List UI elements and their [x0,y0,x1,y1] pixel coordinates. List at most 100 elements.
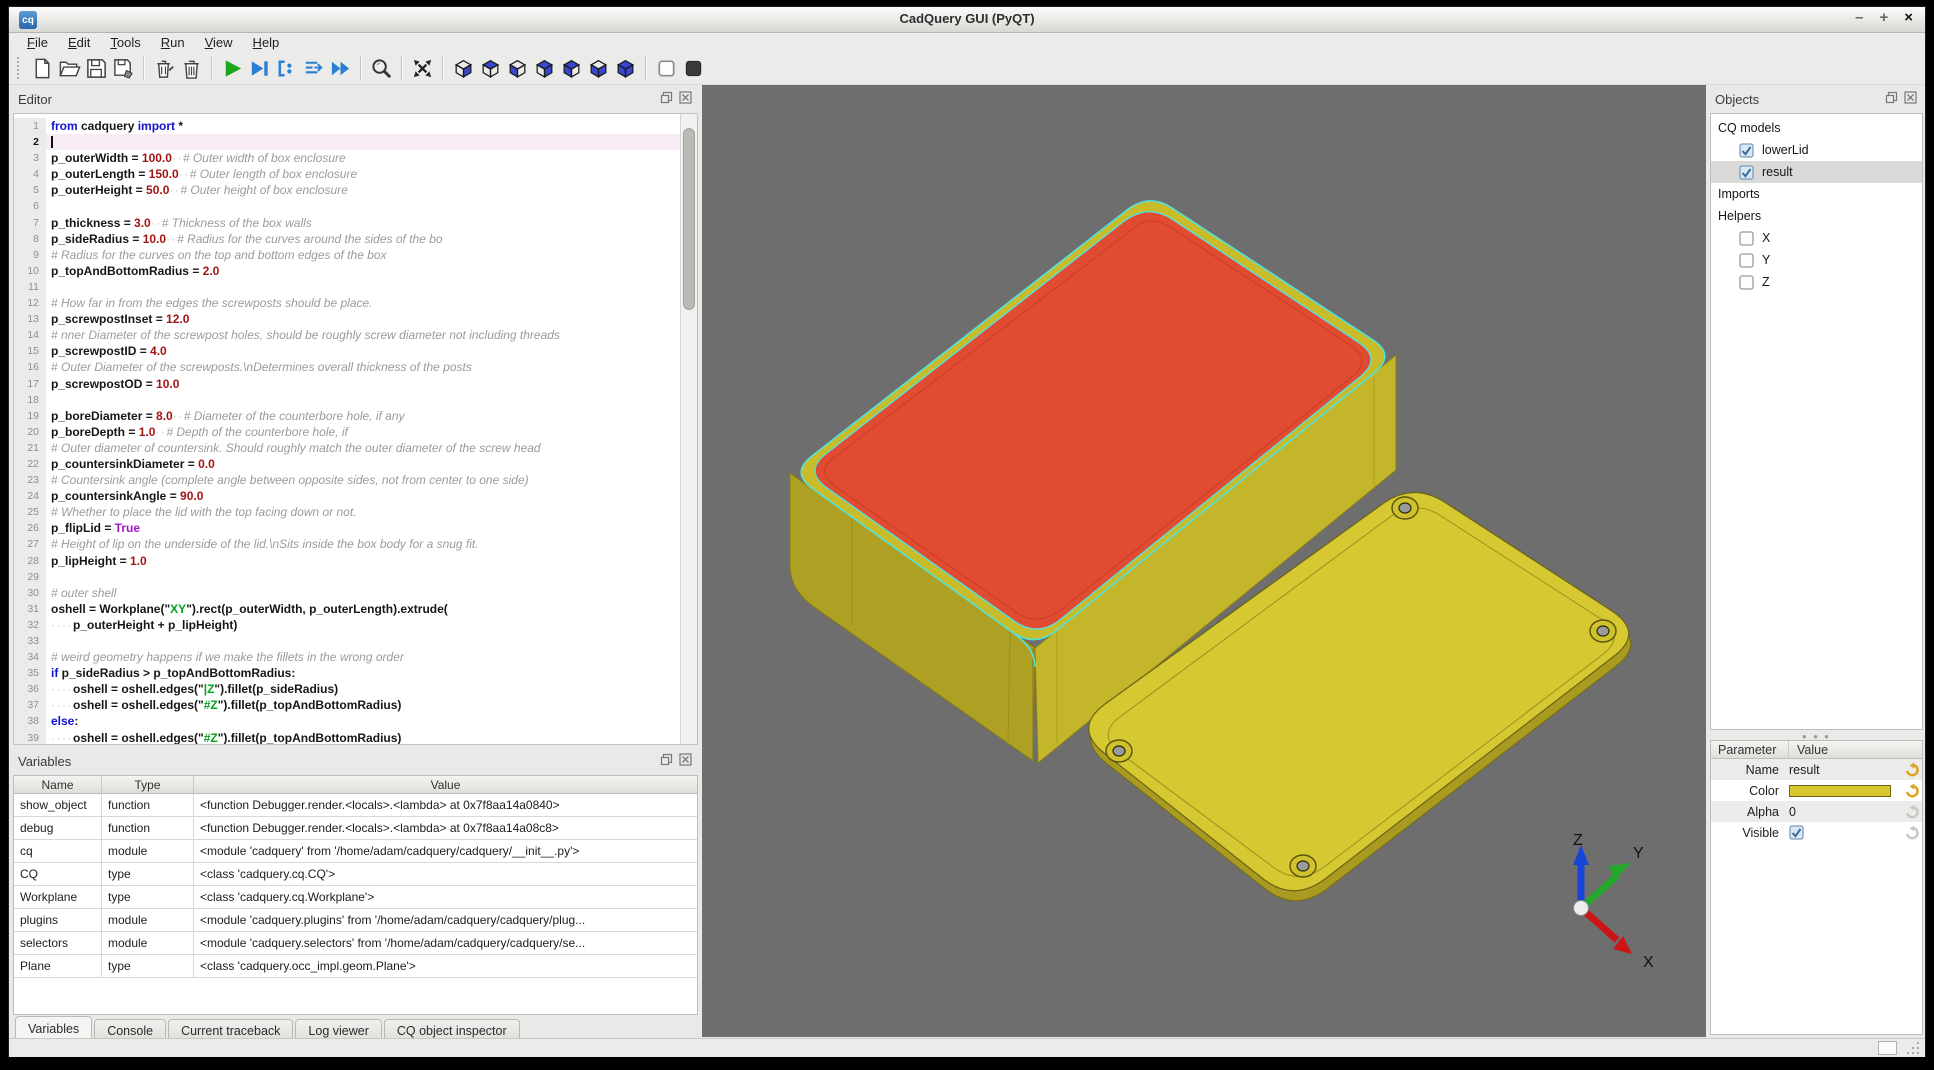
title-bar[interactable]: cq CadQuery GUI (PyQT) – + × [9,7,1925,33]
code-line[interactable]: 15p_screwpostID = 4.0 [14,343,680,359]
tree-item-x[interactable]: X [1711,227,1922,249]
close-panel-icon[interactable] [679,91,692,107]
code-line[interactable]: 14# nner Diameter of the screwpost holes… [14,327,680,343]
code-line[interactable]: 5p_outerHeight = 50.0··# Outer height of… [14,182,680,198]
code-line[interactable]: 10p_topAndBottomRadius = 2.0 [14,263,680,279]
variable-row[interactable]: CQtype<class 'cadquery.cq.CQ'> [14,863,697,886]
tree-group-imports[interactable]: Imports [1711,183,1922,205]
open-file-button[interactable] [56,55,83,82]
view-cube-iso-button[interactable] [612,55,639,82]
checked-checkbox-icon[interactable] [1739,165,1754,180]
fit-all-button[interactable] [409,55,436,82]
code-line[interactable]: 38else: [14,713,680,729]
view-cube-back-button[interactable] [450,55,477,82]
toggle-shaded-button[interactable] [680,55,707,82]
float-panel-icon[interactable] [660,753,673,769]
code-line[interactable]: 11 [14,279,680,295]
tree-item-y[interactable]: Y [1711,249,1922,271]
menu-run[interactable]: Run [151,35,195,50]
code-line[interactable]: 20p_boreDepth = 1.0··# Depth of the coun… [14,424,680,440]
variable-row[interactable]: pluginsmodule<module 'cadquery.plugins' … [14,909,697,932]
delete-all-button[interactable] [178,55,205,82]
variables-col-header[interactable]: Name [14,776,102,793]
code-line[interactable]: 25# Whether to place the lid with the to… [14,504,680,520]
close-button[interactable]: × [1904,9,1913,26]
variable-row[interactable]: Workplanetype<class 'cadquery.cq.Workpla… [14,886,697,909]
variable-row[interactable]: show_objectfunction<function Debugger.re… [14,794,697,817]
code-editor[interactable]: 1from cadquery import *23p_outerWidth = … [13,113,698,745]
code-line[interactable]: 9# Radius for the curves on the top and … [14,247,680,263]
clear-render-button[interactable] [151,55,178,82]
continue-button[interactable] [327,55,354,82]
code-line[interactable]: 3p_outerWidth = 100.0··# Outer width of … [14,150,680,166]
code-line[interactable]: 33 [14,633,680,649]
tree-group-cq-models[interactable]: CQ models [1711,117,1922,139]
code-line[interactable]: 17p_screwpostOD = 10.0 [14,376,680,392]
param-row-color[interactable]: Color [1711,780,1922,801]
color-swatch[interactable] [1789,785,1891,797]
param-row-name[interactable]: Nameresult [1711,759,1922,780]
param-value[interactable] [1789,825,1900,840]
close-panel-icon[interactable] [1904,91,1917,107]
panel-splitter[interactable]: ● ● ● [1710,732,1923,740]
toggle-transparent-button[interactable] [653,55,680,82]
3d-viewport[interactable]: Z Y X [702,85,1706,1037]
editor-scrollbar-thumb[interactable] [683,128,695,310]
checked-checkbox-icon[interactable] [1739,143,1754,158]
code-line[interactable]: 12# How far in from the edges the screwp… [14,295,680,311]
variables-col-header[interactable]: Value [194,776,697,793]
code-line[interactable]: 32····p_outerHeight + p_lipHeight) [14,617,680,633]
code-line[interactable]: 36····oshell = oshell.edges("|Z").fillet… [14,681,680,697]
code-line[interactable]: 26p_flipLid = True [14,520,680,536]
toolbar-drag-handle[interactable] [17,57,21,79]
code-line[interactable]: 39····oshell = oshell.edges("#Z").fillet… [14,730,680,745]
maximize-button[interactable]: + [1879,9,1888,26]
code-line[interactable]: 19p_boreDiameter = 8.0··# Diameter of th… [14,408,680,424]
view-cube-left-button[interactable] [558,55,585,82]
code-line[interactable]: 28p_lipHeight = 1.0 [14,553,680,569]
code-line[interactable]: 21# Outer diameter of countersink. Shoul… [14,440,680,456]
code-line[interactable]: 29 [14,569,680,585]
view-cube-top-button[interactable] [477,55,504,82]
code-line[interactable]: 24p_countersinkAngle = 90.0 [14,488,680,504]
debug-run-button[interactable] [246,55,273,82]
code-line[interactable]: 16# Outer Diameter of the screwposts.\nD… [14,359,680,375]
code-line[interactable]: 30# outer shell [14,585,680,601]
new-file-button[interactable] [29,55,56,82]
unchecked-checkbox-icon[interactable] [1739,253,1754,268]
code-line[interactable]: 6 [14,198,680,214]
param-row-alpha[interactable]: Alpha0 [1711,801,1922,822]
variable-row[interactable]: cqmodule<module 'cadquery' from '/home/a… [14,840,697,863]
param-value[interactable]: 0 [1789,805,1900,819]
resize-grip[interactable] [1905,1042,1919,1055]
undo-button[interactable] [1900,762,1922,777]
code-line[interactable]: 7p_thickness = 3.0··# Thickness of the b… [14,215,680,231]
code-line[interactable]: 18 [14,392,680,408]
step-into-button[interactable] [300,55,327,82]
tree-item-z[interactable]: Z [1711,271,1922,293]
zoom-to-fit-button[interactable] [368,55,395,82]
save-button[interactable] [83,55,110,82]
code-line[interactable]: 8p_sideRadius = 10.0··# Radius for the c… [14,231,680,247]
close-panel-icon[interactable] [679,753,692,769]
tree-group-helpers[interactable]: Helpers [1711,205,1922,227]
code-line[interactable]: 22p_countersinkDiameter = 0.0 [14,456,680,472]
variables-col-header[interactable]: Type [102,776,194,793]
param-value[interactable]: result [1789,763,1900,777]
editor-scrollbar[interactable] [680,114,697,744]
variable-row[interactable]: debugfunction<function Debugger.render.<… [14,817,697,840]
code-line[interactable]: 27# Height of lip on the underside of th… [14,536,680,552]
tree-item-result[interactable]: result [1711,161,1922,183]
minimize-button[interactable]: – [1855,9,1863,26]
unchecked-checkbox-icon[interactable] [1739,231,1754,246]
code-line[interactable]: 37····oshell = oshell.edges("#Z").fillet… [14,697,680,713]
undo-button[interactable] [1900,783,1922,798]
menu-edit[interactable]: Edit [58,35,100,50]
float-panel-icon[interactable] [660,91,673,107]
menu-file[interactable]: File [17,35,58,50]
param-value[interactable] [1789,785,1900,797]
code-line[interactable]: 13p_screwpostInset = 12.0 [14,311,680,327]
code-line[interactable]: 31oshell = Workplane("XY").rect(p_outerW… [14,601,680,617]
unchecked-checkbox-icon[interactable] [1739,275,1754,290]
code-line[interactable]: 23# Countersink angle (complete angle be… [14,472,680,488]
